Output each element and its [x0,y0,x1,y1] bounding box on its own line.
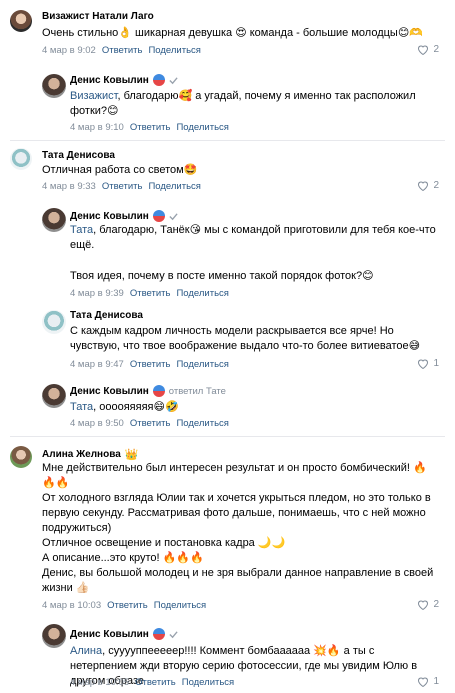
comment-author[interactable]: Тата Денисова [70,310,143,321]
share-link[interactable]: Поделиться [148,45,200,56]
mention-link[interactable]: Алина [70,645,102,657]
comment-meta: 4 мар в 9:10 Ответить Поделиться [70,122,229,133]
verified-icon [152,628,165,640]
comment-meta: 4 мар в 9:33 Ответить Поделиться [42,181,201,192]
heart-icon [418,677,429,687]
comment-author[interactable]: Визажист Натали Лаго [42,11,154,22]
avatar[interactable] [42,624,66,648]
share-link[interactable]: Поделиться [176,288,228,299]
comment-text: С каждым кадром личность модели раскрыва… [70,325,421,352]
reply-link[interactable]: Ответить [130,418,171,429]
like-button[interactable]: 2 [417,599,439,610]
comment-time[interactable]: 4 мар в 9:02 [42,45,96,56]
mention-link[interactable]: Тата [70,401,93,413]
reply-link[interactable]: Ответить [107,600,148,611]
verified-icon [152,385,165,397]
comment-meta: 4 мар в 9:02 Ответить Поделиться [42,45,201,56]
reply-link[interactable]: Ответить [102,45,143,56]
avatar[interactable] [42,208,66,232]
comment-time[interactable]: 4 мар в 9:39 [70,288,124,299]
comment-meta: 4 мар в 9:47 Ответить Поделиться [70,359,229,370]
heart-icon [418,359,429,369]
comment-meta: 4 мар в 10:05 Ответить Поделиться [70,677,234,688]
reply-comment: Денис Ковылин Алина, сууууппееееер!!!! К… [0,620,455,693]
comment-time[interactable]: 4 мар в 9:47 [70,359,124,370]
comment: Алина Желнова 👑 Мне действительно был ин… [0,438,455,613]
comment-text: Очень стильно👌 шикарная девушка 😍 команд… [42,27,423,39]
comment-author[interactable]: Денис Ковылин [70,210,178,222]
avatar[interactable] [42,310,66,334]
avatar[interactable] [42,74,66,98]
crown-icon: 👑 [124,449,139,461]
like-count: 1 [433,676,439,687]
comment-text: Визажист, благодарю🥰 а угадай, почему я … [70,90,416,117]
comment-meta: 4 мар в 9:50 Ответить Поделиться [70,418,229,429]
comment-text: Тата, оооояяяяя😄🤣 [70,401,179,413]
comment: Тата Денисова Отличная работа со светом🤩… [0,140,455,202]
mention-link[interactable]: Визажист [70,90,117,102]
share-link[interactable]: Поделиться [182,677,234,688]
reply-comment: Тата Денисова С каждым кадром личность м… [0,304,455,376]
like-button[interactable]: 2 [417,44,439,55]
comment-time[interactable]: 4 мар в 10:03 [42,600,101,611]
divider [10,436,445,437]
like-button[interactable]: 1 [417,676,439,687]
check-icon [169,212,178,220]
avatar[interactable] [42,384,66,408]
reply-link[interactable]: Ответить [130,359,171,370]
check-icon [169,630,178,638]
comment-time[interactable]: 4 мар в 10:05 [70,677,129,688]
reply-link[interactable]: Ответить [130,122,171,133]
comment-author[interactable]: Тата Денисова [42,150,115,161]
comment-time[interactable]: 4 мар в 9:10 [70,122,124,133]
share-link[interactable]: Поделиться [176,418,228,429]
avatar[interactable] [10,446,32,468]
share-link[interactable]: Поделиться [176,122,228,133]
comment: Визажист Натали Лаго Очень стильно👌 шика… [0,0,455,62]
share-link[interactable]: Поделиться [176,359,228,370]
comment-text: Отличная работа со светом🤩 [42,164,198,176]
replied-to-label[interactable]: ответил Тате [169,386,226,397]
like-count: 2 [433,599,439,610]
like-button[interactable]: 1 [417,358,439,369]
comment-time[interactable]: 4 мар в 9:50 [70,418,124,429]
avatar[interactable] [10,148,32,170]
heart-icon [418,181,429,191]
reply-link[interactable]: Ответить [102,181,143,192]
like-count: 1 [433,358,439,369]
like-button[interactable]: 2 [417,180,439,191]
mention-link[interactable]: Тата [70,224,93,236]
comment-text: Мне действительно был интересен результа… [42,462,434,594]
comment-time[interactable]: 4 мар в 9:33 [42,181,96,192]
reply-comment: Денис Ковылин Визажист, благодарю🥰 а уга… [0,62,455,140]
check-icon [169,76,178,84]
heart-icon [418,600,429,610]
share-link[interactable]: Поделиться [154,600,206,611]
verified-icon [152,74,165,86]
comment-author[interactable]: Денис Ковылин [70,74,178,86]
comment-author[interactable]: Денис Ковылин [70,628,178,640]
reply-link[interactable]: Ответить [130,288,171,299]
avatar[interactable] [10,10,32,32]
reply-comment: Денис Ковылин Тата, благодарю, Танёк😘 мы… [0,202,455,302]
reply-comment: Денис Ковылин ответил Тате Тата, оооояяя… [0,380,455,436]
comment-author[interactable]: Алина Желнова 👑 [42,448,138,461]
comment-meta: 4 мар в 9:39 Ответить Поделиться [70,288,229,299]
comment-author[interactable]: Денис Ковылин ответил Тате [70,385,226,397]
heart-icon [418,45,429,55]
share-link[interactable]: Поделиться [148,181,200,192]
like-count: 2 [433,180,439,191]
verified-icon [152,210,165,222]
comment-text-paragraph: Твоя идея, почему в посте именно такой п… [70,270,374,282]
comment-meta: 4 мар в 10:03 Ответить Поделиться [42,600,206,611]
like-count: 2 [433,44,439,55]
comment-text: Тата, благодарю, Танёк😘 мы с командой пр… [70,224,436,251]
reply-link[interactable]: Ответить [135,677,176,688]
